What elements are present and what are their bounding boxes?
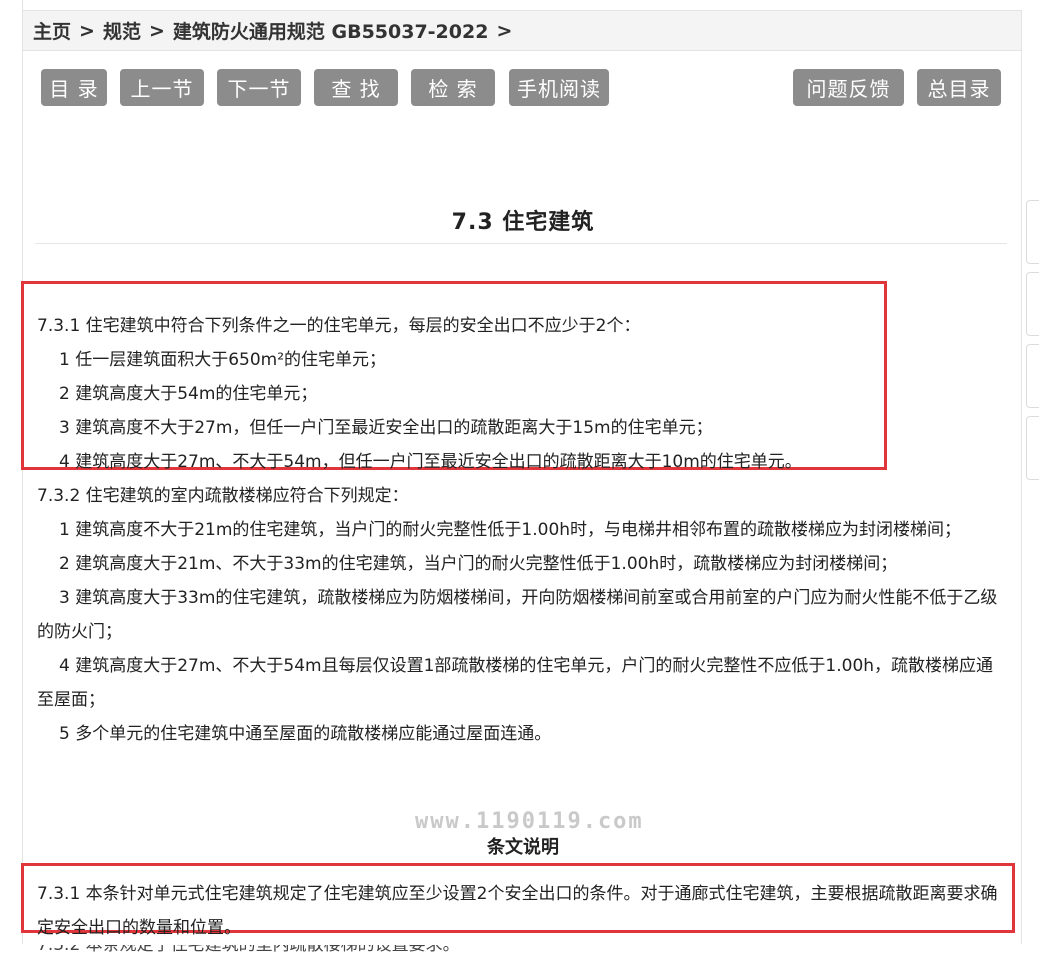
clause-732-item: 3 建筑高度大于33m的住宅建筑，疏散楼梯应为防烟楼梯间，开向防烟楼梯间前室或合…	[37, 588, 998, 642]
edge-tab[interactable]	[1026, 200, 1039, 264]
edge-tab[interactable]	[1026, 272, 1039, 336]
master-toc-button[interactable]: 总目录	[917, 69, 1001, 106]
clause-content: 7.3.1 住宅建筑中符合下列条件之一的住宅单元，每层的安全出口不应少于2个： …	[37, 309, 1009, 751]
breadcrumb-home-link[interactable]: 主页	[33, 17, 71, 44]
breadcrumb-separator: >	[148, 19, 165, 42]
explanation-731: 7.3.1 本条针对单元式住宅建筑规定了住宅建筑应至少设置2个安全出口的条件。对…	[37, 884, 998, 938]
explanation-732-text: 7.3.2 本条规定了住宅建筑的室内疏散楼梯的设置要求。	[37, 945, 517, 954]
feedback-button[interactable]: 问题反馈	[793, 69, 904, 106]
clause-732-heading: 7.3.2 住宅建筑的室内疏散楼梯应符合下列规定：	[37, 486, 409, 506]
title-divider	[35, 243, 1007, 244]
clause-732-item: 5 多个单元的住宅建筑中通至屋面的疏散楼梯应能通过屋面连通。	[59, 724, 552, 744]
find-button[interactable]: 查 找	[314, 69, 398, 106]
clause-731-item: 2 建筑高度大于54m的住宅单元；	[59, 384, 318, 404]
edge-tab[interactable]	[1026, 416, 1039, 480]
next-section-button[interactable]: 下一节	[217, 69, 301, 106]
clause-731-heading: 7.3.1 住宅建筑中符合下列条件之一的住宅单元，每层的安全出口不应少于2个：	[37, 316, 641, 336]
breadcrumb-separator: >	[79, 19, 95, 42]
site-watermark: www.1190119.com	[415, 809, 644, 834]
prev-section-button[interactable]: 上一节	[120, 69, 204, 106]
left-gutter	[0, 0, 23, 943]
clause-732-item: 2 建筑高度大于21m、不大于33m的住宅建筑，当户门的耐火完整性低于1.00h…	[59, 554, 898, 574]
breadcrumb: 主页 > 规范 > 建筑防火通用规范 GB55037-2022 >	[23, 11, 1021, 51]
toc-button[interactable]: 目 录	[41, 69, 107, 106]
search-button[interactable]: 检 索	[411, 69, 495, 106]
clause-731-item: 1 任一层建筑面积大于650m²的住宅单元；	[59, 350, 387, 370]
clause-731-item: 4 建筑高度大于27m、不大于54m，但任一户门至最近安全出口的疏散距离大于10…	[59, 452, 802, 472]
explanation-title: 条文说明	[487, 837, 559, 858]
clause-731-item: 3 建筑高度不大于27m，但任一户门至最近安全出口的疏散距离大于15m的住宅单元…	[59, 418, 713, 438]
section-title: 7.3 住宅建筑	[451, 210, 595, 235]
breadcrumb-standards-link[interactable]: 规范	[103, 17, 141, 44]
document-page: 主页 > 规范 > 建筑防火通用规范 GB55037-2022 > 目 录 上一…	[21, 10, 1022, 954]
breadcrumb-separator: >	[496, 19, 513, 42]
clause-732-item: 1 建筑高度不大于21m的住宅建筑，当户门的耐火完整性低于1.00h时，与电梯井…	[59, 520, 962, 540]
explanation-content: 7.3.1 本条针对单元式住宅建筑规定了住宅建筑应至少设置2个安全出口的条件。对…	[37, 877, 1009, 945]
edge-tab[interactable]	[1026, 344, 1039, 408]
navigation-toolbar: 目 录 上一节 下一节 查 找 检 索 手机阅读 问题反馈 总目录	[41, 69, 1003, 107]
mobile-read-button[interactable]: 手机阅读	[509, 69, 609, 106]
breadcrumb-current-link[interactable]: 建筑防火通用规范 GB55037-2022	[173, 17, 489, 44]
clause-732-item: 4 建筑高度大于27m、不大于54m且每层仅设置1部疏散楼梯的住宅单元，户门的耐…	[37, 656, 994, 710]
explanation-732-partial: 7.3.2 本条规定了住宅建筑的室内疏散楼梯的设置要求。	[37, 945, 517, 954]
